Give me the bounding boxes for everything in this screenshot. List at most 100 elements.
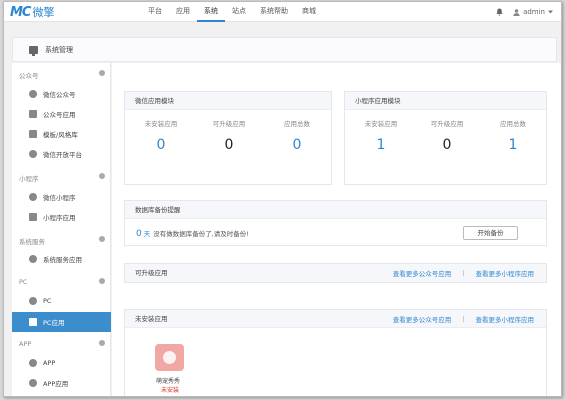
nav-system[interactable]: 系统: [197, 2, 225, 22]
page-title: 系统管理: [45, 45, 73, 54]
mini-program-icon: [29, 193, 37, 201]
user-icon: [513, 8, 520, 16]
app-card[interactable]: 萌宠秀秀 未安装: [155, 344, 185, 394]
app-icon: [29, 110, 37, 118]
sidebar-section-app: APP: [12, 337, 111, 351]
stat-upgradable[interactable]: 可升级应用 0: [411, 118, 483, 153]
template-icon: [29, 130, 37, 138]
main-content: 微信应用模块 未安装应用 0 可升级应用 0 应用总数 0 小程序应用模块 未安…: [112, 63, 561, 396]
stat-uninstalled[interactable]: 未安装应用 0: [125, 118, 197, 153]
sidebar-item-wechat-official[interactable]: 微信公众号: [12, 84, 111, 104]
backup-message: 没有做数据库备份了,请及时备份!: [153, 230, 249, 238]
more-mini-apps-link[interactable]: 查看更多小程序应用: [476, 314, 535, 324]
sidebar-section-label: 小程序: [19, 175, 39, 183]
pc-app-icon: [29, 318, 37, 326]
sidebar-item-pc[interactable]: PC: [12, 291, 111, 311]
sidebar-item-service-apps[interactable]: 系统服务应用: [12, 249, 111, 269]
sidebar-item-mini-apps[interactable]: 小程序应用: [12, 207, 111, 227]
mobile-icon: [29, 359, 37, 367]
backup-days-unit: 天: [143, 230, 151, 238]
nav-site[interactable]: 站点: [225, 2, 253, 22]
sidebar-section-label: 系统服务: [19, 238, 45, 246]
more-official-apps-link[interactable]: 查看更多公众号应用: [393, 268, 452, 278]
sidebar-item-pc-apps[interactable]: PC应用: [12, 312, 111, 332]
panel-links: 查看更多公众号应用 | 查看更多小程序应用: [393, 264, 534, 282]
app-icon: [29, 213, 37, 221]
gear-icon[interactable]: [99, 278, 105, 284]
stat-uninstalled[interactable]: 未安装应用 1: [345, 118, 417, 153]
sidebar-section-pc: PC: [12, 275, 111, 289]
top-right-tools: admin: [496, 2, 553, 22]
nav-help[interactable]: 系统帮助: [253, 2, 295, 22]
sidebar-item-app-apps[interactable]: APP应用: [12, 373, 111, 393]
sidebar-section-label: PC: [19, 278, 28, 286]
app-thumbnail-icon: [155, 344, 184, 371]
stat-value: 0: [442, 137, 452, 153]
sidebar-section-label: APP: [19, 340, 32, 348]
wechat-app-panel: 微信应用模块 未安装应用 0 可升级应用 0 应用总数 0: [124, 91, 332, 185]
sidebar-section-label: 公众号: [19, 72, 39, 80]
browser-window: MC 微擎 平台 应用 系统 站点 系统帮助 商城 admin 系统管理 公众号…: [3, 1, 562, 397]
sidebar-item-label: 公众号应用: [43, 111, 76, 119]
nav-store[interactable]: 商城: [295, 2, 323, 22]
stat-label: 未安装应用: [364, 120, 398, 128]
more-official-apps-link[interactable]: 查看更多公众号应用: [393, 314, 452, 324]
upgradable-apps-panel: 可升级应用 查看更多公众号应用 | 查看更多小程序应用: [124, 263, 547, 283]
stat-value: 0: [224, 137, 234, 153]
stat-value: 1: [508, 137, 518, 153]
sidebar-section-official: 公众号: [12, 67, 111, 81]
gear-icon[interactable]: [99, 173, 105, 179]
backup-days: 0: [136, 229, 142, 239]
sidebar-item-label: 微信公众号: [43, 91, 76, 99]
gear-icon[interactable]: [99, 236, 105, 242]
pc-icon: [29, 297, 37, 305]
sidebar: 公众号 微信公众号 公众号应用 模板/风格库 微信开放平台 小程序 微信小程序: [12, 63, 111, 396]
app-thumbnail-glyph: [163, 351, 176, 364]
gear-icon[interactable]: [99, 70, 105, 76]
user-menu[interactable]: admin: [513, 8, 553, 16]
username: admin: [523, 8, 545, 16]
logo-text: 微擎: [32, 6, 55, 19]
more-mini-apps-link[interactable]: 查看更多小程序应用: [476, 268, 535, 278]
nav-apps[interactable]: 应用: [169, 2, 197, 22]
service-icon: [29, 255, 37, 263]
backup-message-row: 0 天 没有做数据库备份了,请及时备份!: [136, 228, 249, 239]
stat-upgradable[interactable]: 可升级应用 0: [193, 118, 265, 153]
stat-total[interactable]: 应用总数 0: [261, 118, 333, 153]
logo[interactable]: MC 微擎: [10, 4, 54, 20]
stat-value: 0: [292, 137, 302, 153]
sidebar-item-templates[interactable]: 模板/风格库: [12, 124, 111, 144]
stat-label: 未安装应用: [144, 120, 178, 128]
open-platform-icon: [29, 150, 37, 158]
panel-title: 微信应用模块: [125, 92, 331, 110]
sidebar-item-open-platform[interactable]: 微信开放平台: [12, 144, 111, 164]
bell-icon[interactable]: [496, 8, 503, 16]
sidebar-item-official-apps[interactable]: 公众号应用: [12, 104, 111, 124]
logo-mark: MC: [10, 4, 32, 20]
backup-reminder-panel: 数据库备份提醒 0 天 没有做数据库备份了,请及时备份! 开始备份: [124, 200, 547, 246]
sidebar-item-label: 模板/风格库: [43, 131, 78, 139]
sidebar-item-label: PC应用: [43, 319, 65, 327]
nav-platform[interactable]: 平台: [141, 2, 169, 22]
link-separator: |: [462, 315, 465, 323]
stat-label: 应用总数: [284, 120, 310, 128]
link-separator: |: [462, 269, 465, 277]
stat-total[interactable]: 应用总数 1: [477, 118, 549, 153]
sidebar-section-system-service: 系统服务: [12, 233, 111, 247]
gear-icon[interactable]: [99, 340, 105, 346]
panel-title: 小程序应用模块: [345, 92, 546, 110]
sidebar-item-wechat-mini[interactable]: 微信小程序: [12, 187, 111, 207]
sidebar-item-label: PC: [43, 297, 52, 305]
sidebar-section-mini-program: 小程序: [12, 170, 111, 184]
sidebar-item-label: APP: [43, 359, 56, 367]
main-nav: 平台 应用 系统 站点 系统帮助 商城: [141, 2, 323, 22]
stat-label: 应用总数: [500, 120, 526, 128]
panel-title: 数据库备份提醒: [125, 201, 546, 219]
start-backup-button[interactable]: 开始备份: [463, 226, 518, 240]
stat-value: 1: [376, 137, 386, 153]
sidebar-item-app[interactable]: APP: [12, 353, 111, 373]
stat-value: 0: [156, 137, 166, 153]
sidebar-item-label: 系统服务应用: [43, 256, 82, 264]
sidebar-item-label: APP应用: [43, 380, 69, 388]
sidebar-item-label: 微信小程序: [43, 194, 76, 202]
